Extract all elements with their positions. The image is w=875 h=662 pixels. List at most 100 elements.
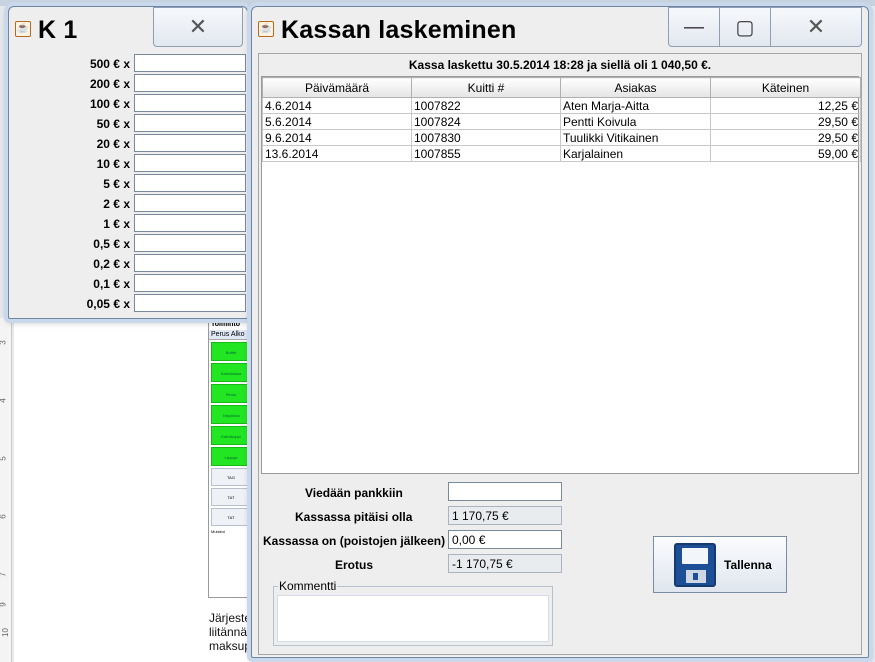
cell-customer: Karjalainen <box>560 145 711 162</box>
coin-row: 200 € x <box>14 73 246 93</box>
cell-cash: 29,50 € <box>710 113 861 130</box>
coin-label: 0,5 € x <box>93 237 130 251</box>
k1-window-title: K 1 <box>38 16 78 44</box>
comment-textarea[interactable] <box>277 595 549 642</box>
coin-label: 1 € x <box>103 217 130 231</box>
expected-cash-field: 1 170,75 € <box>448 506 562 525</box>
cash-count-window: ☕ Kassan laskeminen — ▢ ✕ Kassa laskettu… <box>251 6 869 658</box>
maximize-icon[interactable]: ▢ <box>719 7 771 47</box>
coin-count-input[interactable] <box>134 234 246 252</box>
cell-receipt: 1007822 <box>411 97 561 114</box>
cell-receipt: 1007824 <box>411 113 561 130</box>
actual-cash-input[interactable]: 0,00 € <box>448 530 562 549</box>
receipts-table: Päivämäärä Kuitti # Asiakas Käteinen 4.6… <box>262 77 861 162</box>
table-row[interactable]: 4.6.2014 1007822 Aten Marja-Aitta 12,25 … <box>262 97 861 114</box>
coin-label: 5 € x <box>103 177 130 191</box>
cell-date: 9.6.2014 <box>262 129 412 146</box>
coin-count-input[interactable] <box>134 54 246 72</box>
coin-row: 0,2 € x <box>14 253 246 273</box>
coin-count-input[interactable] <box>134 254 246 272</box>
comment-legend: Kommentti <box>278 579 338 593</box>
cell-customer: Tuulikki Vitikainen <box>560 129 711 146</box>
ruler-mark: 4 <box>0 398 8 402</box>
receipts-table-container[interactable]: Päivämäärä Kuitti # Asiakas Käteinen 4.6… <box>261 76 861 474</box>
panel-green-button: Buffet <box>211 342 251 361</box>
java-app-icon: ☕ <box>258 21 274 37</box>
coin-count-input[interactable] <box>134 294 246 312</box>
coin-label: 0,05 € x <box>86 297 130 311</box>
panel-white-button: TAG <box>211 468 251 486</box>
panel-title: Toiminto <box>211 321 241 328</box>
ruler-mark: 6 <box>0 514 8 518</box>
coin-count-input[interactable] <box>134 174 246 192</box>
comment-group: Kommentti <box>273 579 553 646</box>
coin-count-input[interactable] <box>134 134 246 152</box>
table-row[interactable]: 5.6.2014 1007824 Pentti Koivula 29,50 € <box>262 113 861 130</box>
save-button-label: Tallenna <box>724 557 772 572</box>
difference-field: -1 170,75 € <box>448 554 562 573</box>
table-header-row: Päivämäärä Kuitti # Asiakas Käteinen <box>262 77 861 98</box>
save-button[interactable]: Tallenna <box>653 536 787 593</box>
close-icon[interactable]: ✕ <box>153 7 243 47</box>
coin-row: 500 € x <box>14 53 246 73</box>
embedded-screenshot-panel: Toiminto Perus Alko Buffet Kahviloissa P… <box>208 318 254 598</box>
doc-line: liitännä <box>209 625 248 639</box>
coin-count-input[interactable] <box>134 154 246 172</box>
coin-label: 100 € x <box>89 97 130 111</box>
panel-white-button: TAT <box>211 508 251 526</box>
coin-count-input[interactable] <box>134 274 246 292</box>
coin-count-input[interactable] <box>134 194 246 212</box>
ruler-mark: 7 <box>0 572 8 576</box>
coin-label: 200 € x <box>89 77 130 91</box>
close-icon[interactable]: ✕ <box>770 7 862 47</box>
cash-count-titlebar[interactable]: ☕ Kassan laskeminen — ▢ ✕ <box>252 7 868 53</box>
coin-row: 10 € x <box>14 153 246 173</box>
panel-green-button: Kahviloissa <box>211 363 251 382</box>
cell-receipt: 1007855 <box>411 145 561 162</box>
ruler-mark: 10 <box>0 628 10 637</box>
coin-label: 20 € x <box>96 137 130 151</box>
doc-line: maksup <box>209 639 252 653</box>
coin-count-input[interactable] <box>134 214 246 232</box>
expected-cash-label: Kassassa pitäisi olla <box>295 510 413 524</box>
coin-label: 0,1 € x <box>93 277 130 291</box>
cell-date: 4.6.2014 <box>262 97 412 114</box>
column-header-customer[interactable]: Asiakas <box>560 77 711 98</box>
coin-label: 2 € x <box>103 197 130 211</box>
column-header-date[interactable]: Päivämäärä <box>262 77 412 98</box>
cell-cash: 29,50 € <box>710 129 861 146</box>
column-header-receipt[interactable]: Kuitti # <box>411 77 561 98</box>
panel-green-button: Tarjoiluna <box>211 405 251 424</box>
table-row[interactable]: 13.6.2014 1007855 Karjalainen 59,00 € <box>262 145 861 162</box>
column-header-cash[interactable]: Käteinen <box>710 77 861 98</box>
cash-count-panel: Kassa laskettu 30.5.2014 18:28 ja siellä… <box>258 53 862 655</box>
coin-count-grid: 500 € x 200 € x 100 € x 50 € x 20 € x 10… <box>14 53 246 313</box>
table-row[interactable]: 9.6.2014 1007830 Tuulikki Vitikainen 29,… <box>262 129 861 146</box>
coin-label: 10 € x <box>96 157 130 171</box>
coin-row: 0,05 € x <box>14 293 246 313</box>
coin-label: 0,2 € x <box>93 257 130 271</box>
cell-receipt: 1007830 <box>411 129 561 146</box>
coin-row: 5 € x <box>14 173 246 193</box>
last-count-summary: Kassa laskettu 30.5.2014 18:28 ja siellä… <box>408 58 712 72</box>
coin-count-input[interactable] <box>134 74 246 92</box>
panel-tabs: Perus Alko <box>209 330 253 340</box>
k1-window: ☕ K 1 ✕ 500 € x 200 € x 100 € x 50 € x 2… <box>8 6 248 319</box>
bank-deposit-label: Viedään pankkiin <box>305 486 403 500</box>
coin-label: 500 € x <box>89 57 130 71</box>
cell-date: 5.6.2014 <box>262 113 412 130</box>
coin-row: 0,5 € x <box>14 233 246 253</box>
panel-footer: Muistiot <box>211 529 225 534</box>
doc-line: Järjeste <box>209 611 252 625</box>
coin-row: 2 € x <box>14 193 246 213</box>
k1-titlebar[interactable]: ☕ K 1 ✕ <box>9 7 247 53</box>
minimize-icon[interactable]: — <box>668 7 720 47</box>
bank-deposit-input[interactable] <box>448 482 562 501</box>
coin-count-input[interactable] <box>134 114 246 132</box>
coin-count-input[interactable] <box>134 94 246 112</box>
panel-green-button: Kahvikuppi <box>211 426 251 445</box>
difference-label: Erotus <box>335 558 374 572</box>
background-document-text: Järjeste liitännä maksup <box>209 611 251 653</box>
cell-cash: 12,25 € <box>710 97 861 114</box>
cell-customer: Pentti Koivula <box>560 113 711 130</box>
